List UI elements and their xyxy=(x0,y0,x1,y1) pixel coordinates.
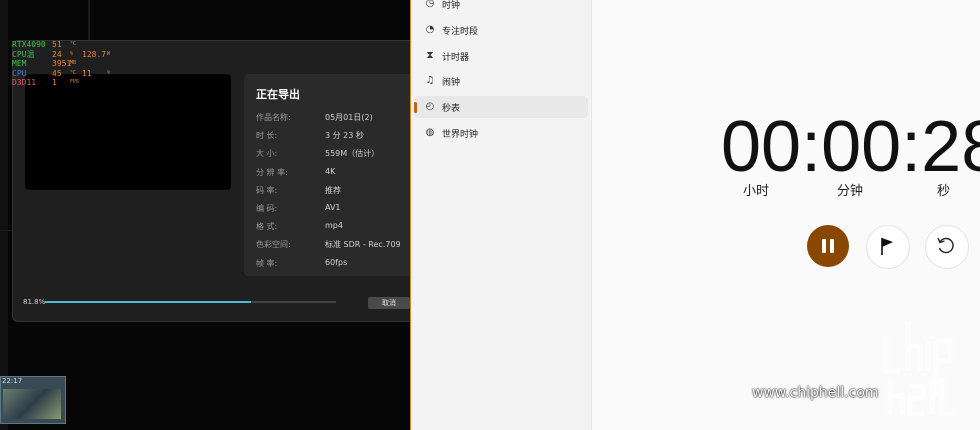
overlay-extra-unit: W xyxy=(107,50,111,57)
pause-button[interactable] xyxy=(807,225,849,267)
nav-item-label: 世界时钟 xyxy=(442,130,479,140)
export-info-value: 05月01日(2) xyxy=(325,113,373,122)
active-indicator xyxy=(414,102,417,114)
reset-button[interactable] xyxy=(925,225,969,269)
overlay-label: RTX4090 xyxy=(12,40,46,49)
clock-icon: ◷ xyxy=(425,0,435,9)
nav-item-focus[interactable]: ◔ 专注时段 xyxy=(414,19,588,41)
overlay-label: MEM xyxy=(12,59,27,68)
export-info-key: 帧 率: xyxy=(256,258,278,268)
progress-fill xyxy=(45,301,252,303)
nav-item-label: 秒表 xyxy=(442,104,461,115)
export-title: 正在导出 xyxy=(256,88,300,101)
progress-bar xyxy=(45,301,336,303)
lap-button[interactable] xyxy=(866,225,910,269)
nav-item-stopwatch[interactable]: ◴ 秒表 xyxy=(414,96,588,119)
overlay-label: CPU xyxy=(12,68,27,78)
nav-item-globe[interactable]: ◍ 世界时钟 xyxy=(414,122,588,144)
flag-icon xyxy=(881,238,893,255)
background-video-editor: 正在导出 作品名称: 05月01日(2) 时 长: 3 分 23 秒大 小: 559M（… xyxy=(0,0,410,430)
overlay-label: CPU温 xyxy=(12,49,35,59)
focus-icon: ◔ xyxy=(425,23,435,35)
nav-item-clock[interactable]: ◷ 时钟 xyxy=(414,0,588,15)
taskbar-thumbnail[interactable]: 22:17 xyxy=(0,376,66,424)
overlay-row: CPU 45 °C 11% xyxy=(12,69,132,79)
nav-item-bell[interactable]: ♫ 闹钟 xyxy=(414,70,588,92)
watermark-text: www.chiphell.com xyxy=(752,385,879,401)
overlay-extra-unit: % xyxy=(107,69,111,76)
export-info-key: 编 码: xyxy=(256,204,278,213)
overlay-value: 1 xyxy=(52,78,57,87)
export-info-value: 60fps xyxy=(325,257,348,267)
chiphell-logo xyxy=(883,321,955,416)
performance-overlay: RTX4090 51 °C CPU温 24% 128.7 W MEM 3951 MB CPU 45 °C… xyxy=(12,40,132,88)
globe-icon: ◍ xyxy=(425,127,435,138)
export-info-key: 大 小: xyxy=(256,149,278,159)
export-info-panel: 正在导出 作品名称: 05月01日(2) 时 长: 3 分 23 秒大 小: 559M（… xyxy=(244,74,410,276)
reset-icon xyxy=(937,237,954,254)
thumbnail-image xyxy=(3,389,61,419)
unit-minutes: 分钟 xyxy=(837,184,864,199)
hourglass-icon: ⧗ xyxy=(426,49,434,61)
cancel-button[interactable]: 取消 xyxy=(368,297,410,309)
export-info-key: 分 辨 率: xyxy=(256,167,288,177)
progress-percent: 81.8% xyxy=(23,298,46,306)
stopwatch-icon: ◴ xyxy=(425,101,435,113)
overlay-value: 51 xyxy=(52,40,62,49)
export-info-key: 色彩空间: xyxy=(256,240,291,250)
export-info-key: 码 率: xyxy=(256,185,278,195)
overlay-row: CPU温 24% 128.7 W xyxy=(12,50,132,60)
bell-icon: ♫ xyxy=(425,75,435,87)
stopwatch-time: 00:00:28 xyxy=(721,107,980,187)
unit-seconds: 秒 xyxy=(937,184,951,199)
nav-item-label: 专注时段 xyxy=(442,26,479,37)
export-info-key: 作品名称: xyxy=(256,113,291,122)
overlay-label: D3D11 xyxy=(12,78,37,87)
overlay-row: MEM 3951 MB xyxy=(12,59,132,69)
overlay-extra: 128.7 xyxy=(82,49,107,59)
unit-hours: 小时 xyxy=(743,184,770,199)
overlay-extra: 11 xyxy=(82,68,92,78)
nav-item-label: 闹钟 xyxy=(442,78,461,89)
export-info-key: 格 式: xyxy=(256,222,278,232)
thumbnail-time: 22:17 xyxy=(2,377,23,385)
overlay-value: 24 xyxy=(52,49,62,59)
export-info-value: 559M（估计） xyxy=(325,149,380,159)
overlay-unit: % xyxy=(70,50,74,57)
overlay-row: RTX4090 51 °C xyxy=(12,40,132,50)
overlay-unit: °C xyxy=(70,69,77,76)
export-info-value: 4K xyxy=(325,166,336,176)
nav-item-label: 计时器 xyxy=(442,52,470,63)
nav-item-hourglass[interactable]: ⧗ 计时器 xyxy=(414,45,588,67)
overlay-unit: °C xyxy=(70,41,77,47)
export-info-value: mp4 xyxy=(325,221,343,231)
export-info-value: 3 分 23 秒 xyxy=(325,131,364,141)
overlay-unit: FPS xyxy=(70,79,80,85)
overlay-row: D3D11 1 FPS xyxy=(12,78,132,88)
nav-sidebar: ◷ 时钟 ◔ 专注时段 ⧗ 计时器 ♫ 闹钟 ◴ 秒表 ◍ 世界时钟 xyxy=(411,0,591,430)
overlay-value: 45 xyxy=(52,68,62,78)
export-info-value: 推荐 xyxy=(325,185,341,195)
overlay-value: 3951 xyxy=(52,59,72,68)
export-preview xyxy=(25,74,231,190)
export-info-value: AV1 xyxy=(325,203,341,212)
nav-divider xyxy=(591,0,592,430)
export-info-value: 标准 SDR - Rec.709 xyxy=(325,240,401,250)
nav-item-label: 时钟 xyxy=(442,1,461,11)
overlay-unit: MB xyxy=(70,60,77,66)
export-info-key: 时 长: xyxy=(256,131,278,141)
